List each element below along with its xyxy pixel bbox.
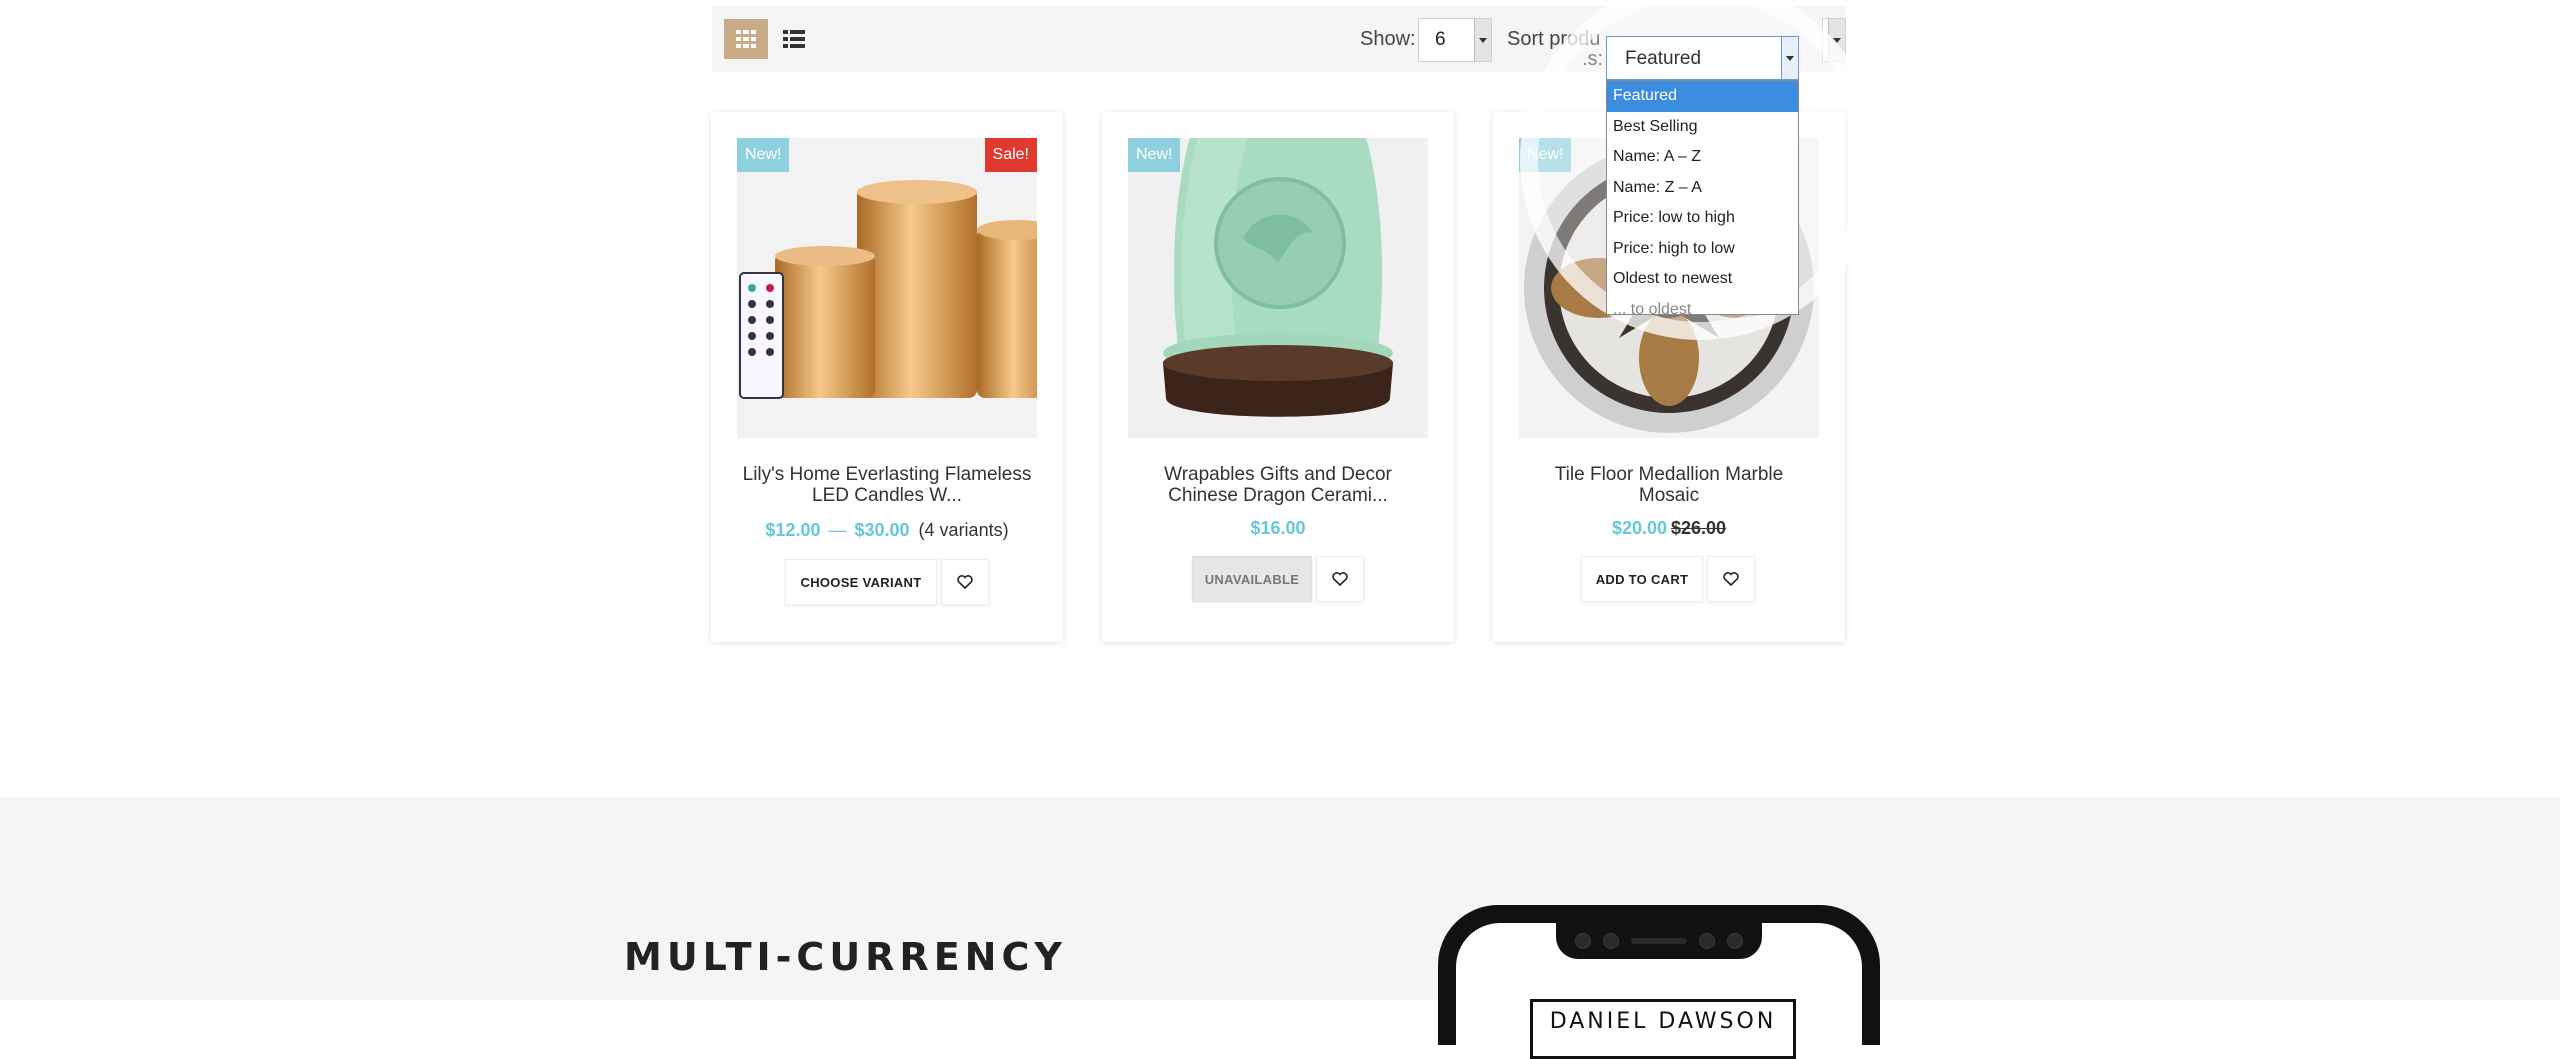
- chevron-down-icon: [1474, 19, 1491, 61]
- chevron-down-icon: [1828, 19, 1845, 61]
- sort-option-newest-oldest[interactable]: ... to oldest: [1607, 295, 1798, 315]
- sort-select[interactable]: Featured: [1606, 36, 1799, 80]
- wishlist-button[interactable]: [1707, 556, 1755, 602]
- sort-option-best-selling[interactable]: Best Selling: [1607, 112, 1798, 143]
- add-to-cart-button[interactable]: ADD TO CART: [1581, 556, 1703, 602]
- product-price: $16.00: [1102, 518, 1454, 539]
- list-view-button[interactable]: [772, 19, 816, 59]
- phone-notch: [1556, 923, 1762, 959]
- list-icon: [783, 30, 805, 48]
- price-current: $16.00: [1250, 518, 1306, 538]
- choose-variant-button[interactable]: CHOOSE VARIANT: [785, 559, 937, 605]
- sale-badge: Sale!: [984, 138, 1037, 172]
- phone-name-box: DANIEL DAWSON: [1530, 999, 1796, 1059]
- product-title-link[interactable]: Tile Floor Medallion Marble Mosaic: [1513, 464, 1825, 506]
- show-select-value: 6: [1435, 29, 1446, 50]
- product-card: New! Wrapables Gifts and Decor Chinese D…: [1102, 112, 1454, 642]
- new-badge: New!: [1128, 138, 1181, 172]
- variants-count: (4 variants): [918, 520, 1009, 540]
- price-compare: $26.00: [1671, 518, 1727, 538]
- product-title-line: Tile Floor Medallion Marble: [1554, 464, 1784, 485]
- wishlist-button[interactable]: [1316, 556, 1364, 602]
- heart-icon: [1332, 572, 1348, 586]
- new-badge: New!: [1519, 138, 1572, 172]
- price-min: $12.00: [765, 520, 821, 540]
- product-title-link[interactable]: Lily's Home Everlasting Flameless LED Ca…: [731, 464, 1043, 506]
- sort-select-background[interactable]: [1822, 18, 1846, 62]
- sort-select-value: Featured: [1625, 48, 1702, 69]
- heart-icon: [1723, 572, 1739, 586]
- unavailable-button[interactable]: UNAVAILABLE: [1192, 556, 1312, 602]
- sort-option-name-z-a[interactable]: Name: Z – A: [1607, 173, 1798, 204]
- grid-icon: [736, 30, 756, 48]
- heart-icon: [957, 575, 973, 589]
- product-title-line: Chinese Dragon Cerami...: [1168, 485, 1388, 506]
- show-label: Show:: [1360, 28, 1416, 50]
- chevron-down-icon: [1781, 37, 1798, 79]
- product-image[interactable]: [737, 138, 1037, 438]
- section-title: MULTI-CURRENCY: [624, 935, 1067, 979]
- show-select[interactable]: 6: [1418, 18, 1492, 62]
- ceramic-vase-image: [1163, 138, 1393, 417]
- phone-screen: DANIEL DAWSON: [1456, 923, 1862, 1059]
- price-current: $20.00: [1611, 518, 1667, 538]
- grid-view-button[interactable]: [724, 19, 768, 59]
- sort-option-featured[interactable]: Featured: [1607, 81, 1798, 112]
- product-title-line: Wrapables Gifts and Decor: [1164, 464, 1392, 485]
- price-separator: —: [828, 520, 847, 540]
- sort-option-oldest-newest[interactable]: Oldest to newest: [1607, 264, 1798, 295]
- sort-label-tail: .s:: [1582, 48, 1604, 70]
- product-image[interactable]: [1128, 138, 1428, 438]
- product-card: New! Sale! Lily's Home Everlasting Flame…: [711, 112, 1063, 642]
- product-title-line: Mosaic: [1638, 485, 1700, 506]
- price-max: $30.00: [854, 520, 910, 540]
- product-price: $12.00 — $30.00 (4 variants): [711, 520, 1063, 541]
- product-price: $20.00 $26.00: [1493, 518, 1845, 539]
- product-title-link[interactable]: Wrapables Gifts and Decor Chinese Dragon…: [1122, 464, 1434, 506]
- new-badge: New!: [737, 138, 790, 172]
- product-title-line: Lily's Home Everlasting Flameless: [742, 464, 1032, 485]
- wishlist-button[interactable]: [941, 559, 989, 605]
- sort-option-price-high-low[interactable]: Price: high to low: [1607, 234, 1798, 265]
- phone-mockup: DANIEL DAWSON: [1438, 905, 1880, 1059]
- candles-image: [739, 180, 1037, 399]
- multi-currency-section: MULTI-CURRENCY DANIEL DAWSON: [0, 797, 2560, 1059]
- sort-dropdown-list: Featured Best Selling Name: A – Z Name: …: [1606, 80, 1799, 315]
- sort-option-name-a-z[interactable]: Name: A – Z: [1607, 142, 1798, 173]
- sort-option-price-low-high[interactable]: Price: low to high: [1607, 203, 1798, 234]
- product-title-line: LED Candles W...: [812, 485, 962, 506]
